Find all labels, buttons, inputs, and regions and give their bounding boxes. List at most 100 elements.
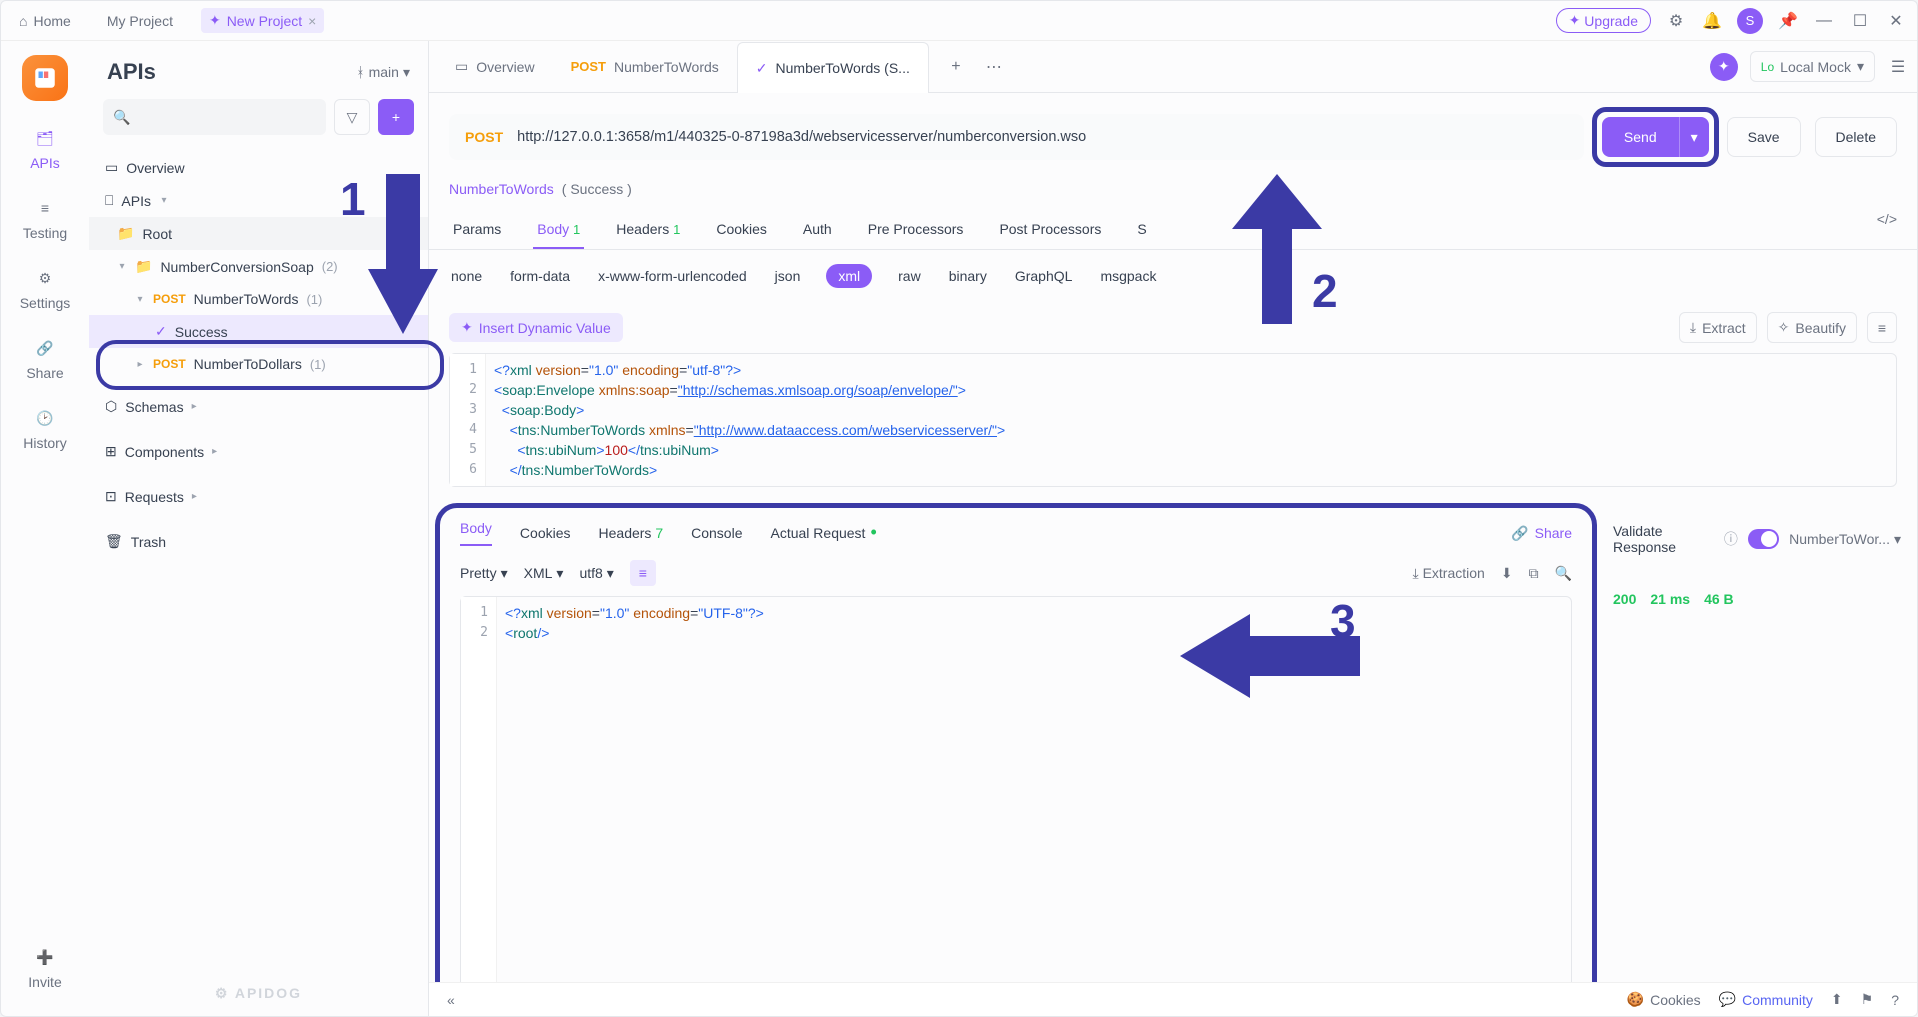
wrap-icon[interactable]: ≡ bbox=[630, 560, 656, 586]
project-tab[interactable]: My Project bbox=[99, 9, 181, 33]
btype-json[interactable]: json bbox=[773, 264, 803, 288]
menu-icon[interactable]: ☰ bbox=[1887, 56, 1909, 78]
chevron-down-icon[interactable]: ▾ bbox=[1679, 117, 1709, 157]
delete-button[interactable]: Delete bbox=[1815, 117, 1897, 157]
btype-none[interactable]: none bbox=[449, 264, 484, 288]
code-icon[interactable]: </> bbox=[1877, 211, 1897, 249]
tree-components[interactable]: ⊞Components▸ bbox=[89, 429, 428, 474]
close-icon[interactable]: × bbox=[308, 13, 316, 29]
extract-button[interactable]: ⤓Extract bbox=[1679, 312, 1757, 343]
resp-tab-console[interactable]: Console bbox=[691, 525, 742, 541]
download-icon[interactable]: ⬇ bbox=[1501, 565, 1513, 582]
rtab-post-processors[interactable]: Post Processors bbox=[995, 211, 1105, 249]
resp-tab-headers[interactable]: Headers 7 bbox=[599, 525, 664, 541]
settings-icon[interactable]: ≡ bbox=[1867, 312, 1897, 343]
nav-apis[interactable]: 🗂APIs bbox=[30, 125, 60, 171]
validate-toggle[interactable] bbox=[1748, 529, 1779, 549]
rtab-body[interactable]: Body 1 bbox=[533, 211, 584, 249]
filter-button[interactable]: ▽ bbox=[334, 99, 370, 135]
add-button[interactable]: + bbox=[378, 99, 414, 135]
request-body-editor[interactable]: 123456 <?xml version="1.0" encoding="utf… bbox=[449, 353, 1897, 487]
save-button[interactable]: Save bbox=[1727, 117, 1801, 157]
url-input[interactable]: POST http://127.0.0.1:3658/m1/440325-0-8… bbox=[449, 114, 1584, 160]
insert-dynamic-button[interactable]: ✦Insert Dynamic Value bbox=[449, 313, 623, 342]
bell-icon[interactable]: 🔔 bbox=[1701, 10, 1723, 32]
rtab-settings[interactable]: S bbox=[1133, 211, 1150, 249]
tab-overview[interactable]: ▭Overview bbox=[437, 41, 553, 92]
cookie-icon: 🍪 bbox=[1627, 991, 1644, 1008]
validate-response-label: Validate Response bbox=[1613, 523, 1714, 555]
btype-raw[interactable]: raw bbox=[896, 264, 923, 288]
resp-tab-actual-request[interactable]: Actual Request • bbox=[771, 525, 877, 541]
minimize-icon[interactable]: — bbox=[1813, 10, 1835, 32]
encoding-utf8[interactable]: utf8 ▾ bbox=[579, 565, 613, 582]
nav-share[interactable]: 🔗Share bbox=[26, 335, 63, 381]
chevron-right-icon: ▸ bbox=[135, 359, 145, 370]
pin-icon[interactable]: 📌 bbox=[1777, 10, 1799, 32]
statusbar-cookies[interactable]: 🍪Cookies bbox=[1627, 991, 1701, 1008]
environment-selector[interactable]: LoLocal Mock▾ bbox=[1750, 51, 1875, 82]
gear-icon[interactable]: ⚙ bbox=[1665, 10, 1687, 32]
method-badge: POST bbox=[465, 129, 503, 145]
rtab-cookies[interactable]: Cookies bbox=[712, 211, 771, 249]
filter-icon: ▽ bbox=[347, 109, 358, 126]
statusbar-community[interactable]: 💬Community bbox=[1719, 991, 1813, 1008]
resp-tab-body[interactable]: Body bbox=[460, 520, 492, 546]
format-xml[interactable]: XML ▾ bbox=[524, 565, 564, 582]
upgrade-button[interactable]: ✦Upgrade bbox=[1556, 8, 1651, 33]
btype-binary[interactable]: binary bbox=[947, 264, 989, 288]
tree-schemas[interactable]: ⬡Schemas▸ bbox=[89, 384, 428, 429]
endpoint-number-to-dollars[interactable]: ▸POSTNumberToDollars(1) bbox=[89, 348, 428, 380]
sparkle-icon: ✦ bbox=[1569, 12, 1581, 29]
help-icon[interactable]: ? bbox=[1891, 992, 1899, 1008]
send-button[interactable]: Send ▾ bbox=[1602, 117, 1709, 157]
nav-history[interactable]: 🕑History bbox=[23, 405, 67, 451]
response-body[interactable]: 12 <?xml version="1.0" encoding="UTF-8"?… bbox=[460, 596, 1572, 1001]
sidebar-title: APIs bbox=[107, 59, 156, 85]
tree-trash[interactable]: 🗑Trash bbox=[89, 519, 428, 564]
info-icon[interactable]: ⓘ bbox=[1724, 529, 1738, 549]
bug-icon[interactable]: ⚑ bbox=[1861, 991, 1874, 1008]
view-pretty[interactable]: Pretty ▾ bbox=[460, 565, 508, 582]
btype-graphql[interactable]: GraphQL bbox=[1013, 264, 1075, 288]
rtab-auth[interactable]: Auth bbox=[799, 211, 836, 249]
components-icon: ⊞ bbox=[105, 443, 117, 460]
btype-form-data[interactable]: form-data bbox=[508, 264, 572, 288]
ai-button[interactable]: ✦ bbox=[1710, 53, 1738, 81]
resp-tab-cookies[interactable]: Cookies bbox=[520, 525, 571, 541]
rtab-params[interactable]: Params bbox=[449, 211, 505, 249]
home-tab[interactable]: ⌂Home bbox=[11, 9, 79, 33]
search-icon[interactable]: 🔍 bbox=[1555, 565, 1572, 582]
schema-selector[interactable]: NumberToWor... ▾ bbox=[1789, 531, 1901, 548]
new-project-tab[interactable]: ✦ New Project × bbox=[201, 8, 324, 33]
maximize-icon[interactable]: ☐ bbox=[1849, 10, 1871, 32]
avatar[interactable]: S bbox=[1737, 8, 1763, 34]
more-icon[interactable]: ⋯ bbox=[983, 56, 1005, 78]
btype-xml[interactable]: xml bbox=[826, 264, 872, 288]
app-logo[interactable] bbox=[22, 55, 68, 101]
share-button[interactable]: 🔗Share bbox=[1511, 525, 1572, 542]
search-input[interactable]: 🔍 bbox=[103, 99, 326, 135]
beautify-button[interactable]: ✧Beautify bbox=[1767, 312, 1857, 343]
rtab-pre-processors[interactable]: Pre Processors bbox=[864, 211, 968, 249]
nav-settings[interactable]: ⚙Settings bbox=[20, 265, 71, 311]
nav-testing[interactable]: ≡Testing bbox=[23, 195, 67, 241]
collapse-icon[interactable]: « bbox=[447, 992, 455, 1008]
extraction-button[interactable]: ⤓ Extraction bbox=[1412, 565, 1484, 582]
request-state: ( Success ) bbox=[562, 181, 632, 197]
add-tab-icon[interactable]: + bbox=[945, 56, 967, 78]
tab-number-to-words[interactable]: POSTNumberToWords bbox=[553, 41, 737, 92]
tab-number-to-words-success[interactable]: ✓NumberToWords (S... bbox=[737, 42, 929, 93]
code-body[interactable]: <?xml version="1.0" encoding="utf-8"?><s… bbox=[486, 354, 1896, 486]
btype-msgpack[interactable]: msgpack bbox=[1098, 264, 1158, 288]
copy-icon[interactable]: ⧉ bbox=[1529, 565, 1539, 582]
request-name[interactable]: NumberToWords bbox=[449, 181, 554, 197]
tree-requests[interactable]: ⊡Requests▸ bbox=[89, 474, 428, 519]
nav-invite[interactable]: ➕Invite bbox=[28, 944, 61, 990]
upload-icon[interactable]: ⬆ bbox=[1831, 991, 1843, 1008]
close-window-icon[interactable]: ✕ bbox=[1885, 10, 1907, 32]
chevron-down-icon: ▾ bbox=[1857, 58, 1864, 75]
branch-selector[interactable]: ᚼmain▾ bbox=[356, 64, 410, 81]
rtab-headers[interactable]: Headers 1 bbox=[612, 211, 684, 249]
btype-xwww[interactable]: x-www-form-urlencoded bbox=[596, 264, 749, 288]
